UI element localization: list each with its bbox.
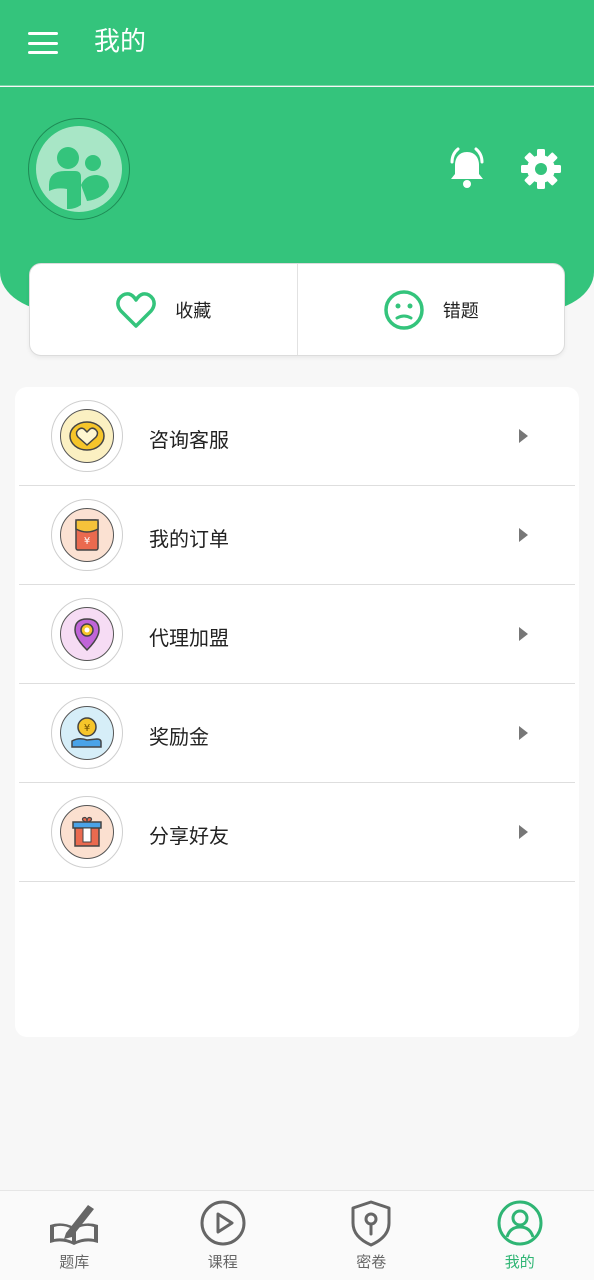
list-item-customer-service[interactable]: 咨询客服 — [19, 387, 575, 486]
list-item-label: 奖励金 — [149, 725, 209, 749]
chevron-right-icon — [519, 528, 528, 542]
list-item-label: 代理加盟 — [149, 626, 229, 650]
heart-chat-icon — [51, 400, 123, 472]
location-pin-icon — [51, 598, 123, 670]
coin-hand-icon: ¥ — [51, 697, 123, 769]
svg-text:¥: ¥ — [84, 723, 90, 734]
page-title: 我的 — [94, 27, 147, 57]
svg-text:¥: ¥ — [84, 536, 90, 547]
heart-icon — [116, 291, 157, 328]
tab-label: 密卷 — [356, 1253, 387, 1271]
quick-actions-card: 收藏 错题 — [29, 263, 565, 356]
sad-face-icon — [384, 289, 424, 330]
chevron-right-icon — [519, 825, 528, 839]
tab-label: 我的 — [504, 1253, 535, 1271]
gift-icon — [51, 796, 123, 868]
tab-label: 题库 — [59, 1253, 90, 1271]
list-item-agent-join[interactable]: 代理加盟 — [19, 585, 575, 684]
chevron-right-icon — [519, 429, 528, 443]
wrong-questions-button[interactable]: 错题 — [296, 264, 565, 355]
user-icon — [497, 1200, 543, 1246]
user-avatar-icon — [36, 126, 122, 212]
list-item-label: 咨询客服 — [149, 428, 229, 452]
tab-mine[interactable]: 我的 — [446, 1191, 594, 1280]
tab-secret-papers[interactable]: 密卷 — [297, 1191, 446, 1280]
red-envelope-icon: ¥ — [51, 499, 123, 571]
favorites-button[interactable]: 收藏 — [30, 264, 297, 355]
list-item-rewards[interactable]: ¥ 奖励金 — [19, 684, 575, 783]
list-item-label: 分享好友 — [149, 824, 229, 848]
list-item-my-orders[interactable]: ¥ 我的订单 — [19, 486, 575, 585]
play-icon — [200, 1200, 246, 1246]
hamburger-menu-icon[interactable] — [28, 32, 58, 54]
bottom-navigation: 题库 课程 密卷 我的 — [0, 1190, 594, 1280]
list-item-share[interactable]: 分享好友 — [19, 783, 575, 882]
chevron-right-icon — [519, 627, 528, 641]
favorites-label: 收藏 — [175, 300, 212, 322]
chevron-right-icon — [519, 726, 528, 740]
list-item-label: 我的订单 — [149, 527, 229, 551]
notification-bell-icon[interactable] — [446, 146, 488, 190]
book-pen-icon — [50, 1205, 99, 1245]
wrong-questions-label: 错题 — [442, 300, 479, 322]
tab-question-bank[interactable]: 题库 — [0, 1191, 149, 1280]
top-app-bar: 我的 — [0, 0, 594, 86]
menu-list: 咨询客服 ¥ 我的订单 代理加盟 ¥ 奖励金 分享好友 — [15, 387, 579, 1037]
tab-label: 课程 — [207, 1253, 238, 1271]
shield-lock-icon — [351, 1200, 391, 1247]
avatar[interactable] — [28, 118, 130, 220]
tab-courses[interactable]: 课程 — [149, 1191, 298, 1280]
settings-gear-icon[interactable] — [520, 148, 562, 190]
